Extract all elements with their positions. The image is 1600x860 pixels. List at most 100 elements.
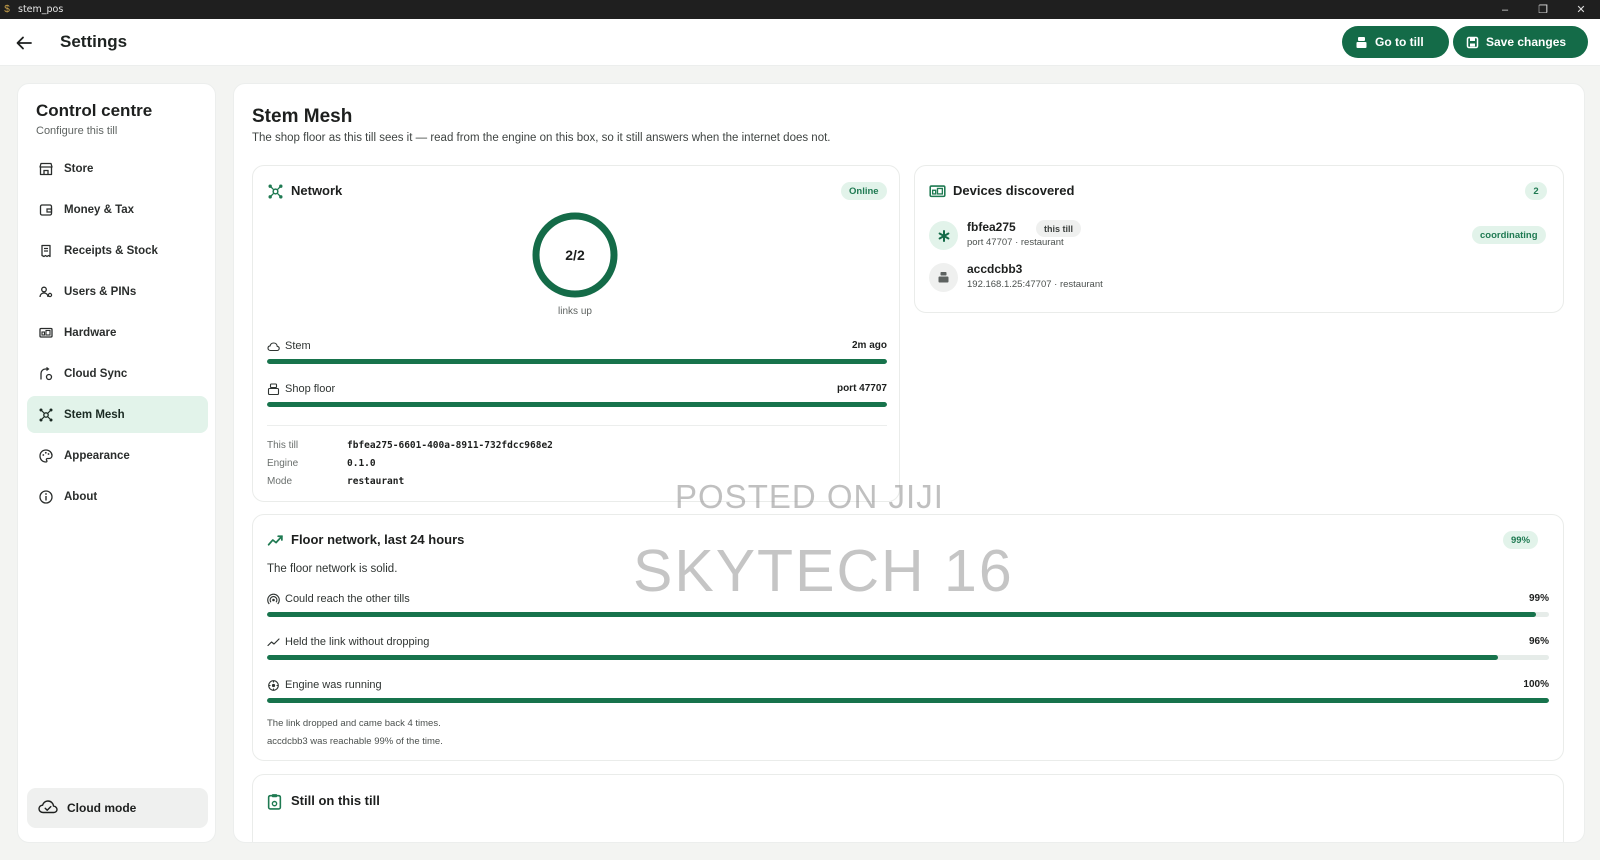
mesh-icon: [38, 407, 54, 423]
link-value: port 47707: [836, 383, 887, 394]
still-on-till-card: Still on this till: [252, 774, 1564, 842]
watermark-line-2: SKYTECH 16: [633, 538, 1014, 604]
sidebar-item-label: Receipts & Stock: [64, 244, 158, 257]
engine-icon: [267, 679, 280, 692]
sidebar-item-label: Store: [64, 162, 94, 175]
close-icon[interactable]: ✕: [1562, 0, 1600, 19]
metric-value: 99%: [1528, 593, 1549, 604]
mesh-node-icon: [929, 221, 958, 250]
metric-bar-fill: [267, 655, 1498, 660]
mesh-icon: [267, 183, 284, 200]
mode-value: restaurant: [347, 476, 405, 487]
this-till-value: fbfea275-6601-400a-8911-732fdcc968e2: [347, 440, 553, 451]
link-value: 2m ago: [851, 340, 887, 351]
sidebar-nav: Store Money & Tax Receipts & Stock Users…: [27, 150, 208, 519]
this-till-tag: this till: [1036, 220, 1081, 237]
cloud-mode-button[interactable]: Cloud mode: [27, 788, 208, 828]
engine-value: 0.1.0: [347, 458, 376, 469]
network-status-badge: Online: [841, 182, 887, 200]
window-title: stem_pos: [18, 4, 64, 15]
sidebar-item-label: Users & PINs: [64, 285, 137, 298]
till-icon: [929, 263, 958, 292]
network-card: Network Online 2/2 links up Stem 2m ago …: [252, 165, 900, 502]
device-row[interactable]: accdcbb3 192.168.1.25:47707 · restaurant: [929, 261, 1549, 297]
restore-icon[interactable]: ❐: [1524, 0, 1562, 19]
window-titlebar: $ stem_pos – ❐ ✕: [0, 0, 1600, 19]
cloud-sync-icon: [38, 366, 54, 382]
cloud-mode-label: Cloud mode: [67, 801, 137, 815]
sidebar-item-label: Cloud Sync: [64, 367, 128, 380]
metric-row-engine: Engine was running 100%: [267, 679, 1549, 709]
sidebar-item-money-tax[interactable]: Money & Tax: [27, 191, 208, 228]
devices-title: Devices discovered: [953, 183, 1075, 198]
cloud-icon: [267, 340, 280, 353]
main-panel: Stem Mesh The shop floor as this till se…: [233, 83, 1585, 843]
sidebar-item-cloud-sync[interactable]: Cloud Sync: [27, 355, 208, 392]
network-title: Network: [291, 183, 343, 198]
window-controls: – ❐ ✕: [1486, 0, 1600, 19]
metric-bar-fill: [267, 698, 1549, 703]
floor-note: The link dropped and came back 4 times.: [267, 718, 441, 729]
devices-count-badge: 2: [1525, 182, 1547, 200]
save-icon: [1466, 36, 1479, 48]
till-icon: [267, 383, 280, 396]
sidebar-item-label: About: [64, 490, 98, 503]
devices-icon: [929, 183, 946, 200]
coordinating-badge: coordinating: [1472, 226, 1546, 244]
links-up-caption: links up: [558, 306, 592, 317]
device-row[interactable]: fbfea275 this till port 47707 · restaura…: [929, 219, 1549, 255]
links-up-value: 2/2: [565, 247, 585, 263]
metric-label: Engine was running: [285, 679, 382, 691]
mode-key: Mode: [267, 476, 293, 487]
page-description: The shop floor as this till sees it — re…: [252, 132, 831, 144]
cloud-check-icon: [38, 799, 58, 818]
palette-icon: [38, 448, 54, 464]
sidebar-item-receipts-stock[interactable]: Receipts & Stock: [27, 232, 208, 269]
receipt-icon: [38, 243, 54, 259]
metric-label: Could reach the other tills: [285, 593, 410, 605]
sidebar-item-stem-mesh[interactable]: Stem Mesh: [27, 396, 208, 433]
signal-icon: [267, 593, 280, 606]
device-name: fbfea275: [967, 220, 1016, 234]
app-icon: $: [4, 4, 10, 15]
network-divider: [267, 425, 887, 426]
metric-bar: [267, 655, 1549, 660]
trend-icon: [267, 636, 280, 649]
sidebar-item-label: Appearance: [64, 449, 130, 462]
save-changes-button[interactable]: Save changes: [1453, 26, 1588, 58]
metric-value: 96%: [1528, 636, 1549, 647]
go-to-till-label: Go to till: [1375, 35, 1424, 49]
info-icon: [38, 489, 54, 505]
devices-card: Devices discovered 2 fbfea275 this till …: [914, 165, 1564, 313]
sidebar-item-about[interactable]: About: [27, 478, 208, 515]
trend-icon: [267, 532, 284, 549]
floor-network-summary: The floor network is solid.: [267, 563, 398, 575]
still-on-till-title: Still on this till: [291, 793, 380, 808]
go-to-till-button[interactable]: Go to till: [1342, 26, 1449, 58]
sidebar: Control centre Configure this till Store…: [17, 83, 216, 843]
metric-label: Held the link without dropping: [285, 636, 430, 648]
floor-network-title: Floor network, last 24 hours: [291, 532, 465, 547]
app-header: Settings Go to till Save changes: [0, 19, 1600, 66]
sidebar-item-users-pins[interactable]: Users & PINs: [27, 273, 208, 310]
sidebar-item-appearance[interactable]: Appearance: [27, 437, 208, 474]
metric-row-link: Held the link without dropping 96%: [267, 636, 1549, 666]
metric-bar: [267, 612, 1549, 617]
sidebar-item-hardware[interactable]: Hardware: [27, 314, 208, 351]
metric-bar: [267, 698, 1549, 703]
minimize-icon[interactable]: –: [1486, 0, 1524, 19]
device-meta: port 47707 · restaurant: [967, 237, 1064, 248]
link-row-shop-floor: Shop floor port 47707: [267, 383, 887, 413]
clipboard-icon: [267, 793, 284, 810]
back-arrow-icon[interactable]: [12, 31, 36, 55]
floor-network-badge: 99%: [1503, 531, 1539, 549]
sidebar-item-label: Hardware: [64, 326, 117, 339]
link-bar-fill: [267, 402, 887, 407]
wallet-icon: [38, 202, 54, 218]
page-header-title: Settings: [60, 32, 128, 51]
metric-bar-fill: [267, 612, 1537, 617]
sidebar-item-store[interactable]: Store: [27, 150, 208, 187]
hardware-icon: [38, 325, 54, 341]
link-row-stem: Stem 2m ago: [267, 340, 887, 370]
page-title: Stem Mesh: [252, 106, 353, 127]
